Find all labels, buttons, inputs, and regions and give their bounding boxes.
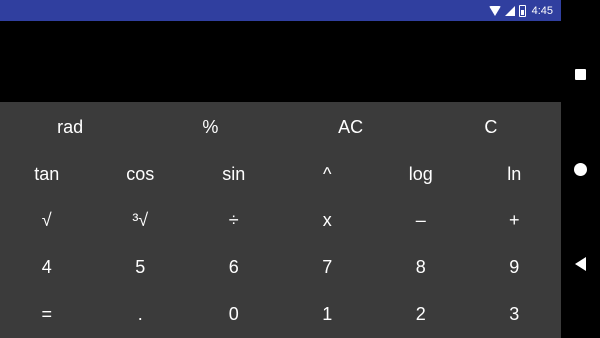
recents-button[interactable] xyxy=(561,54,600,94)
keypad-row-4: 4 5 6 7 8 9 xyxy=(0,244,561,291)
digit-2-button[interactable]: 2 xyxy=(374,291,468,338)
back-icon xyxy=(575,257,586,271)
keypad-row-5: = . 0 1 2 3 xyxy=(0,291,561,338)
multiply-button[interactable]: x xyxy=(281,197,375,244)
log-button[interactable]: log xyxy=(374,152,468,197)
status-time: 4:45 xyxy=(531,4,553,17)
ln-button[interactable]: ln xyxy=(468,152,562,197)
percent-button[interactable]: % xyxy=(140,102,280,152)
digit-9-button[interactable]: 9 xyxy=(468,244,562,291)
sin-button[interactable]: sin xyxy=(187,152,281,197)
status-icons: 4:45 xyxy=(488,0,553,21)
recents-icon xyxy=(575,68,586,80)
wifi-icon xyxy=(488,5,501,16)
status-bar: 4:45 xyxy=(0,0,561,21)
digit-6-button[interactable]: 6 xyxy=(187,244,281,291)
divide-button[interactable]: ÷ xyxy=(187,197,281,244)
power-button[interactable]: ^ xyxy=(281,152,375,197)
digit-0-button[interactable]: 0 xyxy=(187,291,281,338)
digit-4-button[interactable]: 4 xyxy=(0,244,94,291)
decimal-point-button[interactable]: . xyxy=(94,291,188,338)
keypad-row-3: √ ³√ ÷ x – + xyxy=(0,197,561,244)
clear-button[interactable]: C xyxy=(421,102,561,152)
home-icon xyxy=(574,162,587,176)
digit-7-button[interactable]: 7 xyxy=(281,244,375,291)
cos-button[interactable]: cos xyxy=(94,152,188,197)
battery-icon xyxy=(518,4,526,17)
digit-3-button[interactable]: 3 xyxy=(468,291,562,338)
keypad-row-1: rad % AC C xyxy=(0,102,561,152)
digit-1-button[interactable]: 1 xyxy=(281,291,375,338)
cube-root-button[interactable]: ³√ xyxy=(94,197,188,244)
equals-button[interactable]: = xyxy=(0,291,94,338)
square-root-button[interactable]: √ xyxy=(0,197,94,244)
signal-icon xyxy=(504,5,515,16)
rad-button[interactable]: rad xyxy=(0,102,140,152)
calculator-display xyxy=(0,21,561,102)
navigation-bar xyxy=(561,0,600,338)
subtract-button[interactable]: – xyxy=(374,197,468,244)
digit-8-button[interactable]: 8 xyxy=(374,244,468,291)
tan-button[interactable]: tan xyxy=(0,152,94,197)
back-button[interactable] xyxy=(561,244,600,284)
digit-5-button[interactable]: 5 xyxy=(94,244,188,291)
all-clear-button[interactable]: AC xyxy=(281,102,421,152)
add-button[interactable]: + xyxy=(468,197,562,244)
calculator-screen: 4:45 rad % AC C tan cos sin ^ log ln √ ³… xyxy=(0,0,561,338)
home-button[interactable] xyxy=(561,149,600,189)
keypad: rad % AC C tan cos sin ^ log ln √ ³√ ÷ x… xyxy=(0,102,561,338)
keypad-row-2: tan cos sin ^ log ln xyxy=(0,152,561,197)
